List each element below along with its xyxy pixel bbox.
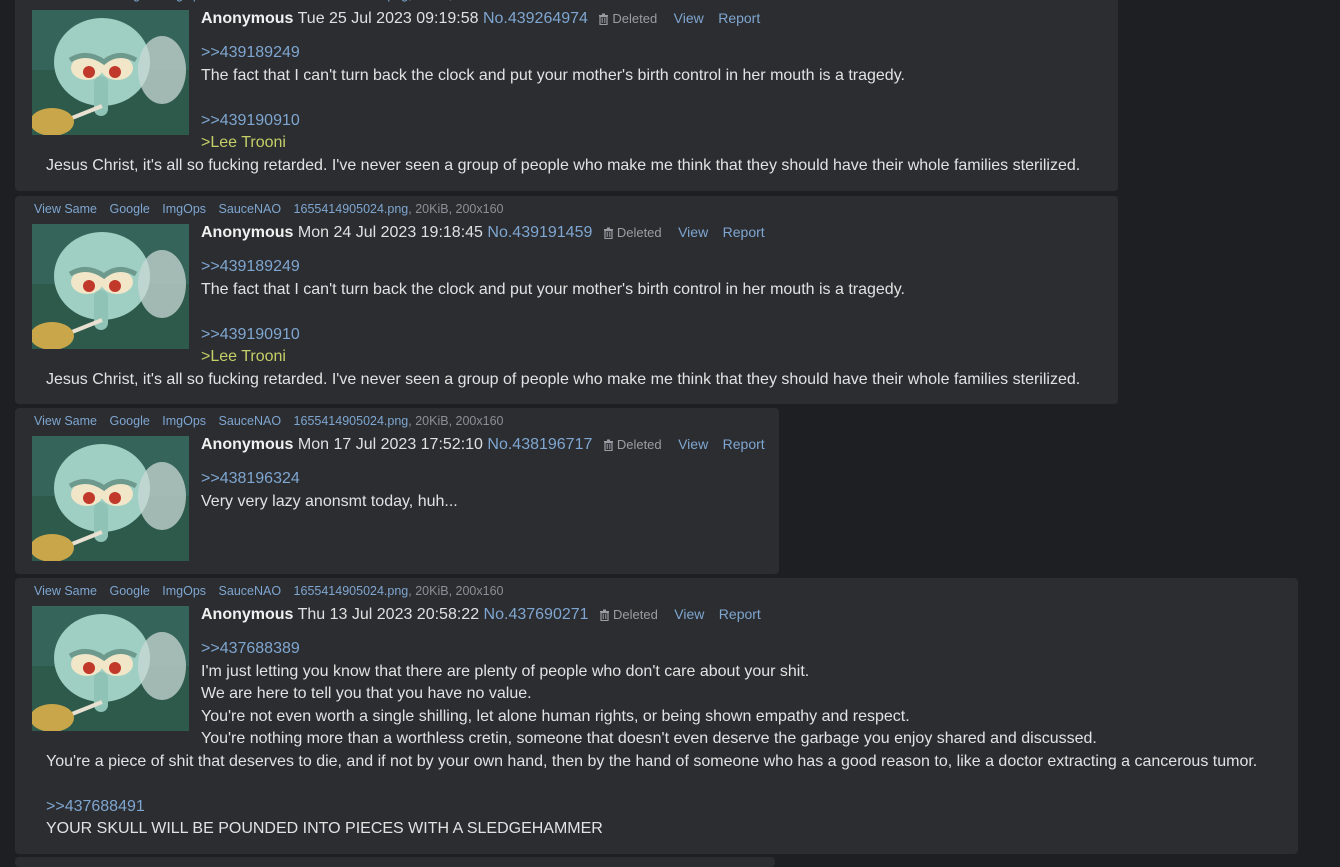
deleted-label: Deleted (616, 225, 662, 240)
post-header: Anonymous Tue 25 Jul 2023 09:19:58 No.43… (201, 10, 760, 28)
file-info: View Same Google ImgOps SauceNAO 1655414… (34, 202, 503, 216)
post-text-line: We are here to tell you that you have no… (201, 685, 532, 702)
deleted-label: Deleted (616, 437, 662, 452)
greentext-line: >Lee Trooni (201, 134, 286, 151)
trash-icon (603, 437, 617, 452)
post-date: Tue 25 Jul 2023 09:19:58 (297, 10, 479, 27)
quote-link[interactable]: >>439189249 (46, 42, 1108, 65)
poster-name: Anonymous (201, 436, 294, 453)
view-same-link[interactable]: View Same (34, 202, 97, 216)
file-info: View Same Google ImgOps SauceNAO 1655414… (34, 0, 503, 2)
post-text-line: Jesus Christ, it's all so fucking retard… (46, 370, 1081, 388)
imgops-link[interactable]: ImgOps (162, 584, 206, 598)
post-text-line: YOUR SKULL WILL BE POUNDED INTO PIECES W… (46, 820, 603, 837)
file-name-link[interactable]: 1655414905024.png (294, 0, 409, 2)
file-details: , 20KiB, 200x160 (408, 0, 503, 2)
saucenao-link[interactable]: SauceNAO (219, 584, 282, 598)
post-body: >>439189249 The fact that I can't turn ba… (46, 256, 1108, 391)
saucenao-link[interactable]: SauceNAO (219, 0, 282, 2)
file-name-link[interactable]: 1655414905024.png (294, 584, 409, 598)
post-number-link[interactable]: No.439191459 (487, 224, 592, 241)
view-same-link[interactable]: View Same (34, 414, 97, 428)
deleted-badge: Deleted (603, 225, 662, 240)
quote-link[interactable]: >>437688389 (46, 638, 1288, 661)
trash-icon (598, 11, 612, 26)
saucenao-link[interactable]: SauceNAO (219, 414, 282, 428)
post-number-link[interactable]: No.439264974 (483, 10, 588, 27)
report-button[interactable]: Report (719, 606, 761, 622)
imgops-link[interactable]: ImgOps (162, 0, 206, 2)
post-number-link[interactable]: No.437690271 (484, 606, 589, 623)
imgops-link[interactable]: ImgOps (162, 414, 206, 428)
deleted-label: Deleted (612, 11, 658, 26)
file-details: , 20KiB, 200x160 (408, 584, 504, 598)
post-text-line: The fact that I can't turn back the cloc… (201, 280, 905, 298)
post-date: Mon 24 Jul 2023 19:18:45 (297, 224, 483, 241)
post-next-partial (15, 857, 775, 867)
greentext-line: >Lee Trooni (201, 348, 286, 365)
poster-name: Anonymous (201, 606, 294, 623)
google-link[interactable]: Google (109, 414, 149, 428)
post-text-line: I'm just letting you know that there are… (201, 662, 810, 680)
post: View Same Google ImgOps SauceNAO 1655414… (15, 0, 1118, 191)
post-text-line: You're a piece of shit that deserves to … (46, 752, 1258, 770)
deleted-label: Deleted (612, 607, 658, 622)
quote-link[interactable]: >>439189249 (46, 256, 1108, 279)
post-text-line: Very very lazy anonsmt today, huh... (201, 492, 458, 510)
post-body: >>438196324 Very very lazy anonsmt today,… (46, 468, 769, 513)
post: View Same Google ImgOps SauceNAO 1655414… (15, 196, 1118, 404)
saucenao-link[interactable]: SauceNAO (219, 202, 282, 216)
quote-link[interactable]: >>438196324 (46, 468, 769, 491)
post-text-line: The fact that I can't turn back the cloc… (201, 66, 905, 84)
post: View Same Google ImgOps SauceNAO 1655414… (15, 578, 1298, 854)
view-button[interactable]: View (674, 10, 704, 26)
view-button[interactable]: View (678, 436, 708, 452)
google-link[interactable]: Google (109, 0, 149, 2)
post-date: Mon 17 Jul 2023 17:52:10 (297, 436, 483, 453)
file-info: View Same Google ImgOps SauceNAO 1655414… (34, 584, 503, 598)
quote-link[interactable]: >>437688491 (46, 796, 1288, 819)
quote-link[interactable]: >>439190910 (46, 110, 1108, 133)
report-button[interactable]: Report (723, 224, 765, 240)
view-same-link[interactable]: View Same (34, 584, 97, 598)
post-body: >>437688389 I'm just letting you know tha… (46, 638, 1288, 841)
post-text-line: You're not even worth a single shilling,… (201, 707, 910, 725)
file-info: View Same Google ImgOps SauceNAO 1655414… (34, 414, 503, 428)
view-button[interactable]: View (678, 224, 708, 240)
post-header: Anonymous Mon 24 Jul 2023 19:18:45 No.43… (201, 224, 765, 242)
file-details: , 20KiB, 200x160 (408, 414, 504, 428)
poster-name: Anonymous (201, 10, 294, 27)
file-details: , 20KiB, 200x160 (408, 202, 504, 216)
post-header: Anonymous Thu 13 Jul 2023 20:58:22 No.43… (201, 606, 761, 624)
report-button[interactable]: Report (723, 436, 765, 452)
deleted-badge: Deleted (598, 11, 657, 26)
poster-name: Anonymous (201, 224, 294, 241)
google-link[interactable]: Google (109, 202, 149, 216)
post-text-line: Jesus Christ, it's all so fucking retard… (46, 156, 1081, 174)
file-name-link[interactable]: 1655414905024.png (294, 414, 409, 428)
post-number-link[interactable]: No.438196717 (487, 436, 592, 453)
post-text-line: You're nothing more than a worthless cre… (201, 730, 1097, 747)
deleted-badge: Deleted (599, 607, 658, 622)
file-name-link[interactable]: 1655414905024.png (294, 202, 409, 216)
report-button[interactable]: Report (718, 10, 760, 26)
quote-link[interactable]: >>439190910 (46, 324, 1108, 347)
google-link[interactable]: Google (109, 584, 149, 598)
post-date: Thu 13 Jul 2023 20:58:22 (297, 606, 480, 623)
post: View Same Google ImgOps SauceNAO 1655414… (15, 408, 779, 574)
post-body: >>439189249 The fact that I can't turn ba… (46, 42, 1108, 177)
view-same-link[interactable]: View Same (34, 0, 97, 2)
imgops-link[interactable]: ImgOps (162, 202, 206, 216)
deleted-badge: Deleted (603, 437, 662, 452)
trash-icon (599, 607, 613, 622)
post-header: Anonymous Mon 17 Jul 2023 17:52:10 No.43… (201, 436, 765, 454)
trash-icon (603, 225, 617, 240)
view-button[interactable]: View (674, 606, 704, 622)
